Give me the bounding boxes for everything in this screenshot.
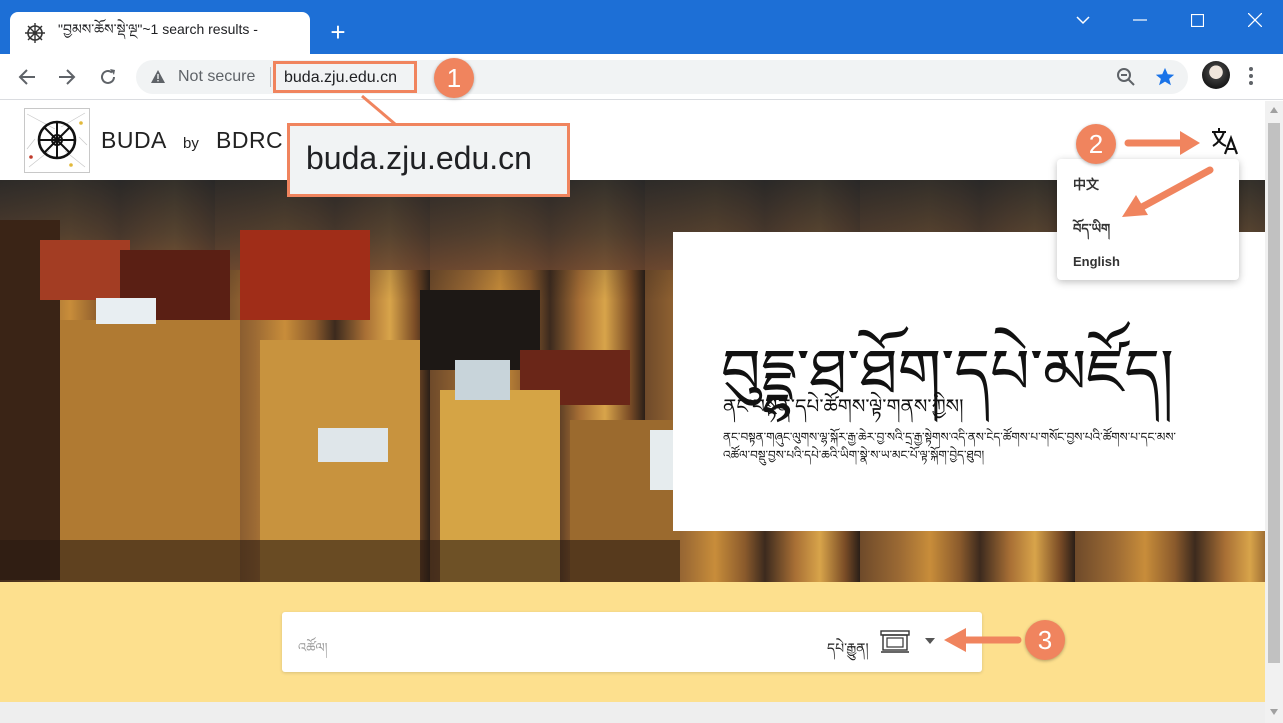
new-tab-button[interactable]: + [324, 19, 352, 47]
maximize-icon[interactable] [1182, 8, 1212, 32]
page-scrollbar[interactable] [1265, 101, 1283, 723]
kebab-menu-icon[interactable] [1248, 65, 1254, 87]
site-logo[interactable] [24, 108, 90, 173]
web-page: BUDA by BDRC བུདྡྷ་ཐ་ཐོག་དཔེ་མཛོད། ནང་བས… [0, 101, 1265, 723]
forward-arrow-icon[interactable] [54, 64, 80, 90]
search-input[interactable]: འཚོལ། དཔེ་རྒྱུན། [282, 612, 982, 672]
scroll-up-icon[interactable] [1270, 107, 1278, 113]
url-zoom-callout: buda.zju.edu.cn [287, 123, 570, 197]
hero-photo [0, 220, 680, 582]
warning-icon [151, 70, 165, 83]
brand-org[interactable]: BDRC [216, 127, 283, 154]
zoom-icon[interactable] [1116, 67, 1136, 87]
minimize-icon[interactable] [1125, 8, 1155, 32]
search-scope-label[interactable]: དཔེ་རྒྱུན། [827, 632, 869, 672]
url-text[interactable]: buda.zju.edu.cn [273, 61, 417, 93]
search-band: འཚོལ། དཔེ་རྒྱུན། [0, 582, 1265, 702]
tab-search-icon[interactable] [1068, 8, 1098, 32]
annotation-badge-3: 3 [1025, 620, 1065, 660]
hero-description: ནང་བསྟན་གཞུང་ལུགས་ལྷ་སྐོར་རྒྱ་ཆེར་བྱ་སའི… [723, 430, 1176, 462]
annotation-badge-1: 1 [434, 58, 474, 98]
book-icon[interactable] [880, 630, 910, 654]
star-icon[interactable] [1154, 66, 1176, 88]
browser-toolbar: Not secure buda.zju.edu.cn [0, 54, 1283, 100]
caret-down-icon[interactable] [924, 637, 936, 645]
address-bar[interactable]: Not secure buda.zju.edu.cn [136, 60, 1188, 94]
profile-avatar[interactable] [1202, 61, 1230, 89]
reload-icon[interactable] [95, 64, 121, 90]
scroll-down-icon[interactable] [1270, 709, 1278, 715]
browser-titlebar: "བྱམས་ཆོས་སྡེ་ལྔ"~1 search results - + [0, 0, 1283, 54]
browser-tab[interactable]: "བྱམས་ཆོས་སྡེ་ལྔ"~1 search results - [10, 12, 310, 54]
brand-name[interactable]: BUDA [101, 127, 167, 154]
close-window-icon[interactable] [1240, 8, 1270, 32]
brand-by: by [183, 135, 199, 152]
language-option-chinese[interactable]: 中文 [1073, 174, 1099, 193]
language-menu: 中文 བོད་ཡིག English [1057, 159, 1239, 280]
dharma-wheel-icon [25, 23, 45, 43]
language-option-tibetan[interactable]: བོད་ཡིག [1073, 214, 1110, 251]
security-label[interactable]: Not secure [178, 68, 255, 86]
annotation-badge-2: 2 [1076, 124, 1116, 164]
page-bottom-strip [0, 702, 1265, 723]
back-arrow-icon[interactable] [14, 64, 40, 90]
language-option-english[interactable]: English [1073, 254, 1120, 269]
tab-title: "བྱམས་ཆོས་སྡེ་ལྔ"~1 search results - [58, 21, 258, 37]
translate-icon[interactable] [1210, 127, 1240, 155]
dharma-wheel-logo-icon [26, 112, 88, 168]
scroll-thumb[interactable] [1268, 123, 1280, 663]
search-placeholder: འཚོལ། [298, 640, 328, 655]
address-separator [270, 67, 271, 87]
